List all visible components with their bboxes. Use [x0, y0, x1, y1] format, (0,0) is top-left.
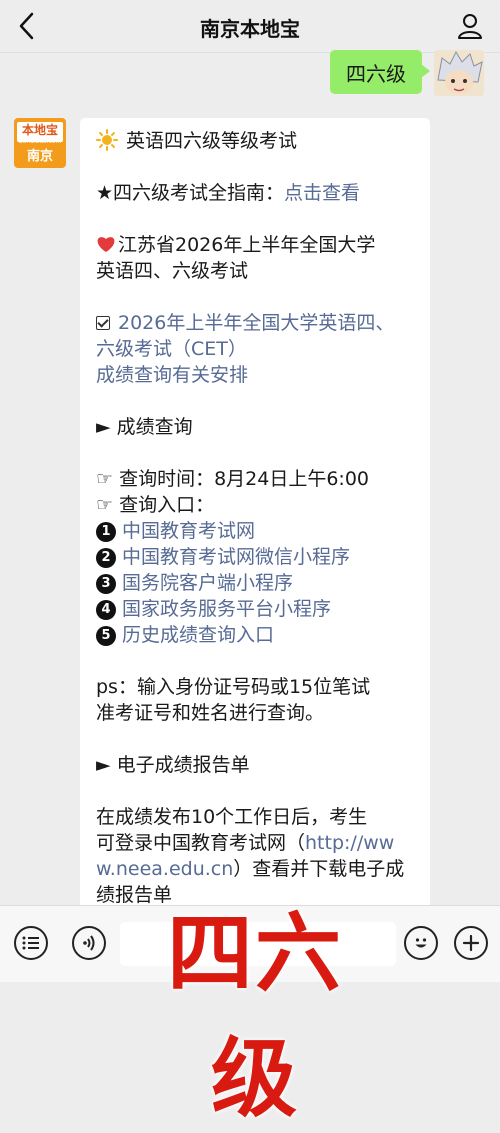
entry-item[interactable]: 4 国家政务服务平台小程序 — [96, 596, 418, 622]
cet-notice-link-line1[interactable]: 2026年上半年全国大学英语四、 — [118, 312, 394, 334]
query-entry-label: ☞ 查询入口： — [96, 494, 215, 516]
entry-link-5[interactable]: 历史成绩查询入口 — [122, 624, 274, 646]
checkbox-icon — [96, 316, 110, 330]
profile-button[interactable] — [454, 10, 486, 42]
anime-avatar-image — [434, 50, 484, 96]
report-line3-suffix: ）查看并下载电子成 — [233, 858, 405, 880]
list-menu-icon — [22, 936, 39, 950]
neea-link-part2[interactable]: w.neea.edu.cn — [96, 858, 233, 880]
logo-city: 南京 — [26, 149, 53, 164]
menu-button[interactable] — [14, 926, 48, 960]
chat-title: 南京本地宝 — [200, 17, 300, 41]
chat-header: 南京本地宝 — [0, 0, 500, 53]
emoji-button[interactable] — [404, 926, 438, 960]
report-line2-prefix: 可登录中国教育考试网（ — [96, 832, 306, 854]
person-icon — [458, 14, 482, 39]
official-account-avatar[interactable]: 本地宝 Bendibao.com 南京 — [14, 118, 66, 168]
user-message-text: 四六级 — [346, 61, 406, 86]
ps-line1: ps：输入身份证号码或15位笔试 — [96, 676, 371, 698]
entry-item[interactable]: 1 中国教育考试网 — [96, 518, 418, 544]
more-button[interactable] — [454, 926, 488, 960]
sun-icon — [96, 129, 118, 151]
entry-item[interactable]: 2 中国教育考试网微信小程序 — [96, 544, 418, 570]
ps-line2: 准考证号和姓名进行查询。 — [96, 702, 325, 724]
province-exam-line1: 江苏省2026年上半年全国大学 — [118, 234, 376, 256]
cet-notice-link-line3[interactable]: 成绩查询有关安排 — [96, 362, 418, 388]
entry-link-2[interactable]: 中国教育考试网微信小程序 — [122, 546, 350, 568]
report-line1: 在成绩发布10个工作日后，考生 — [96, 806, 368, 828]
entry-link-3[interactable]: 国务院客户端小程序 — [122, 572, 293, 594]
heart-icon — [97, 237, 115, 252]
entry-link-4[interactable]: 国家政务服务平台小程序 — [122, 598, 331, 620]
entry-item[interactable]: 5 历史成绩查询入口 — [96, 622, 418, 648]
user-message-bubble[interactable]: 四六级 — [330, 50, 430, 94]
section-score-query: ► 成绩查询 — [96, 416, 193, 438]
voice-button[interactable] — [72, 926, 106, 960]
province-exam-line2: 英语四、六级考试 — [96, 260, 249, 282]
article-title: 英语四六级等级考试 — [126, 130, 298, 152]
plus-icon — [462, 934, 480, 952]
query-time: ☞ 查询时间：8月24日上午6:00 — [96, 468, 370, 490]
voice-icon — [83, 935, 95, 951]
number-5-icon: 5 — [96, 626, 116, 646]
entry-link-1[interactable]: 中国教育考试网 — [122, 520, 255, 542]
overlay-caption: 四六级 — [167, 906, 343, 1127]
user-avatar[interactable] — [434, 50, 484, 96]
number-1-icon: 1 — [96, 522, 116, 542]
number-2-icon: 2 — [96, 548, 116, 568]
logo-subtext: Bendibao.com — [18, 138, 62, 145]
neea-link-part1[interactable]: http://ww — [305, 832, 394, 854]
smiley-icon — [415, 938, 427, 948]
article-content: 英语四六级等级考试 ★四六级考试全指南：点击查看 江苏省2026年上半年全国大学… — [96, 128, 418, 908]
section-e-report: ► 电子成绩报告单 — [96, 754, 250, 776]
bot-message-bubble: 英语四六级等级考试 ★四六级考试全指南：点击查看 江苏省2026年上半年全国大学… — [80, 118, 430, 918]
number-3-icon: 3 — [96, 574, 116, 594]
guide-prefix: ★四六级考试全指南： — [96, 182, 285, 204]
number-4-icon: 4 — [96, 600, 116, 620]
cet-notice-link-line2[interactable]: 六级考试（CET） — [96, 336, 418, 362]
entry-item[interactable]: 3 国务院客户端小程序 — [96, 570, 418, 596]
guide-link[interactable]: 点击查看 — [284, 182, 360, 204]
